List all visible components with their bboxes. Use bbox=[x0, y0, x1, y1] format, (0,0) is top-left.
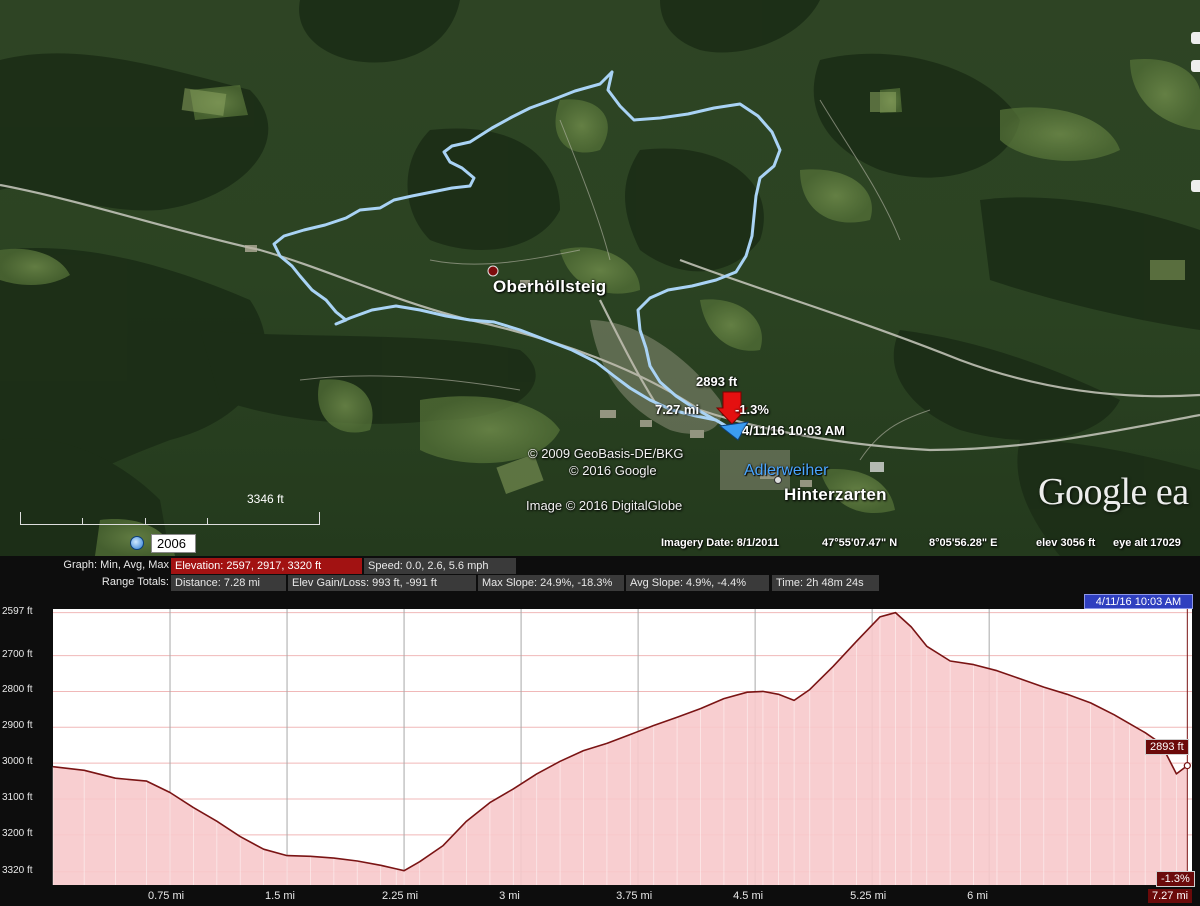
elevation-profile-stats: Graph: Min, Avg, Max Elevation: 2597, 29… bbox=[0, 556, 1200, 592]
y-tick-label: 3000 ft bbox=[2, 756, 33, 768]
imagery-date: Imagery Date: 8/1/2011 bbox=[661, 537, 780, 549]
elev-gain-loss-stat: Elev Gain/Loss: 993 ft, -991 ft bbox=[288, 575, 476, 591]
hinterzarten-pin[interactable] bbox=[774, 476, 782, 484]
copyright-google: © 2016 Google bbox=[569, 463, 657, 478]
y-tick-label: 3100 ft bbox=[2, 791, 33, 803]
google-earth-window: { "map": { "places": { "oberhollsteig": … bbox=[0, 0, 1200, 906]
copyright-image: Image © 2016 DigitalGlobe bbox=[526, 498, 683, 513]
place-label-hinterzarten[interactable]: Hinterzarten bbox=[784, 485, 887, 505]
graph-label: Graph: Min, Avg, Max bbox=[63, 559, 169, 571]
scale-label: 3346 ft bbox=[247, 492, 284, 506]
cursor-slope: -1.3% bbox=[735, 402, 769, 417]
place-label-oberhollsteig[interactable]: Oberhöllsteig bbox=[493, 277, 606, 297]
y-tick-label: 2597 ft bbox=[2, 605, 33, 617]
y-tick-label: 3320 ft bbox=[2, 864, 33, 876]
current-slope-badge: -1.3% bbox=[1156, 871, 1195, 887]
zoom-control-icon[interactable] bbox=[1191, 60, 1200, 72]
y-tick-label: 2900 ft bbox=[2, 720, 33, 732]
x-tick-label: 3 mi bbox=[499, 890, 520, 902]
x-tick-label: 3.75 mi bbox=[616, 890, 653, 902]
google-earth-logo: Google ea bbox=[1038, 471, 1189, 513]
cursor-elevation: 2893 ft bbox=[696, 374, 738, 389]
scale-bar bbox=[20, 506, 320, 526]
max-slope-stat: Max Slope: 24.9%, -18.3% bbox=[478, 575, 624, 591]
y-tick-label: 3200 ft bbox=[2, 827, 33, 839]
place-label-adlerweiher[interactable]: Adlerweiher bbox=[744, 462, 828, 480]
x-tick-label: 5.25 mi bbox=[850, 890, 887, 902]
elevation-stat[interactable]: Elevation: 2597, 2917, 3320 ft bbox=[171, 558, 362, 574]
eye-altitude: eye alt 17029 bbox=[1113, 537, 1181, 549]
navigation-control-icon[interactable] bbox=[1191, 32, 1200, 44]
x-tick-label: 6 mi bbox=[967, 890, 988, 902]
profile-chart[interactable] bbox=[0, 592, 1200, 906]
place-marker[interactable] bbox=[487, 265, 499, 277]
cursor-point bbox=[1183, 762, 1191, 770]
current-elevation-badge: 2893 ft bbox=[1145, 739, 1189, 755]
satellite-map[interactable]: Oberhöllsteig Hinterzarten Adlerweiher 2… bbox=[0, 0, 1200, 556]
speed-stat[interactable]: Speed: 0.0, 2.6, 5.6 mph bbox=[364, 558, 516, 574]
elevation-readout: elev 3056 ft bbox=[1036, 537, 1096, 549]
cursor-time: 4/11/16 10:03 AM bbox=[742, 423, 845, 438]
latitude: 47°55'07.47" N bbox=[822, 537, 898, 549]
range-totals-label: Range Totals: bbox=[101, 576, 169, 588]
cursor-distance: 7.27 mi bbox=[655, 402, 700, 417]
historical-imagery-icon[interactable] bbox=[130, 536, 144, 550]
x-tick-label: 0.75 mi bbox=[148, 890, 185, 902]
y-tick-label: 2800 ft bbox=[2, 684, 33, 696]
longitude: 8°05'56.28" E bbox=[929, 537, 998, 549]
copyright-geobasis: © 2009 GeoBasis-DE/BKG bbox=[528, 446, 684, 461]
avg-slope-stat: Avg Slope: 4.9%, -4.4% bbox=[626, 575, 769, 591]
distance-stat: Distance: 7.28 mi bbox=[171, 575, 286, 591]
current-distance-badge: 7.27 mi bbox=[1148, 889, 1193, 903]
time-stat: Time: 2h 48m 24s bbox=[772, 575, 879, 591]
tilt-control-icon[interactable] bbox=[1191, 180, 1200, 192]
y-tick-label: 2700 ft bbox=[2, 648, 33, 660]
elevation-profile-graph[interactable]: 3320 ft 3200 ft 3100 ft 3000 ft 2900 ft 2800 … bbox=[0, 592, 1200, 906]
time-badge: 4/11/16 10:03 AM bbox=[1084, 594, 1193, 609]
historical-year-field[interactable]: 2006 bbox=[151, 534, 196, 553]
x-tick-label: 1.5 mi bbox=[265, 890, 295, 902]
x-tick-label: 2.25 mi bbox=[382, 890, 419, 902]
x-tick-label: 4.5 mi bbox=[733, 890, 764, 902]
